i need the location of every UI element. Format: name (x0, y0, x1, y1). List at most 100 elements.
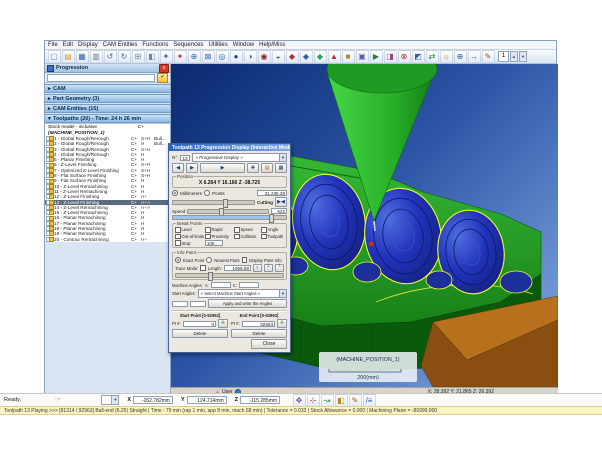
menu-item[interactable]: Display (78, 41, 98, 49)
menu-item[interactable]: Utilities (208, 41, 227, 49)
toolpath-verify-icon[interactable]: ◆ (314, 50, 327, 63)
selection-dropdown[interactable]: ▼ (101, 395, 119, 405)
proximity-checkbox[interactable] (205, 234, 211, 240)
start-angle-a-input[interactable] (172, 301, 188, 307)
distance-input[interactable]: 31,235.38 (257, 190, 287, 196)
apply-angles-button[interactable]: Apply and write the Angles (208, 299, 287, 308)
trace-slider[interactable] (175, 273, 284, 278)
zoom-fit-icon[interactable]: ⊕ (188, 50, 201, 63)
z-coordinate-input[interactable]: -115.285mm (240, 396, 280, 404)
verify-icon[interactable]: ◨ (384, 50, 397, 63)
section-view-icon[interactable]: ◩ (412, 50, 425, 63)
open-folder-icon[interactable]: ▤ (62, 50, 75, 63)
trace-style-3-button[interactable]: └ (275, 264, 284, 272)
close-button[interactable]: Close (251, 339, 287, 349)
menu-item[interactable]: Sequences (173, 41, 203, 49)
toolpath-tree-item[interactable]: 20 - Contour Remachining C+ H+ (45, 237, 170, 242)
view-sphere-icon[interactable]: ● (230, 50, 243, 63)
palette-header[interactable]: Progression x (45, 64, 170, 73)
stop-input[interactable]: 108 (205, 240, 223, 246)
filter-input[interactable] (47, 74, 155, 82)
trace-style-1-button[interactable]: ┐ (253, 264, 262, 272)
points-radio[interactable] (204, 190, 210, 196)
zoom-dynamic-icon[interactable]: ◎ (216, 50, 229, 63)
play-button[interactable]: ▶ (200, 163, 245, 173)
menu-item[interactable]: Help/Misc (259, 41, 285, 49)
speed-slider[interactable] (187, 209, 269, 214)
slider-thumb[interactable] (223, 199, 228, 208)
dialog-titlebar[interactable]: Toolpath 13 Progression Display (Interac… (169, 144, 290, 151)
settings-icon[interactable]: ☼ (440, 50, 453, 63)
y-coordinate-input[interactable]: 124.714mm (187, 396, 227, 404)
nearest-point-radio[interactable] (206, 257, 212, 263)
step-button[interactable]: ▶ (186, 163, 198, 173)
menu-item[interactable]: Window (233, 41, 254, 49)
pick-start-point-button[interactable]: ✛ (218, 319, 228, 328)
position-slider[interactable] (172, 200, 255, 205)
out-of-limits-checkbox[interactable] (175, 234, 181, 240)
start-angle-c-input[interactable] (190, 301, 206, 307)
level-down-button[interactable]: ▼ (519, 51, 527, 62)
menu-item[interactable]: File (48, 41, 58, 49)
zoom-window-icon[interactable]: ⊠ (202, 50, 215, 63)
simulation-person-blue-icon[interactable]: ✦ (160, 50, 173, 63)
exact-point-radio[interactable] (175, 257, 181, 263)
undo-icon[interactable]: ↺ (104, 50, 117, 63)
length-input[interactable]: 1959.88 (224, 265, 251, 271)
x-coordinate-input[interactable]: -262.782mm (133, 396, 173, 404)
stop-checkbox[interactable] (175, 240, 181, 246)
section-cam[interactable]: ▸CAM (45, 84, 170, 93)
point-select-icon[interactable]: ⊹ (307, 394, 320, 407)
annotate-icon[interactable]: ✎ (482, 50, 495, 63)
pick-end-point-button[interactable]: ✛ (277, 319, 287, 328)
camera-view-icon[interactable]: ◉ (258, 50, 271, 63)
menu-item[interactable]: CAM Entities (103, 41, 138, 49)
toolpath-number-input[interactable]: 13 (180, 155, 190, 161)
level-value[interactable]: 1 (498, 51, 509, 62)
start-point-input[interactable]: 0 (183, 321, 216, 327)
rewind-button[interactable]: ◀ (172, 163, 184, 173)
save-button[interactable]: ▦ (275, 163, 287, 173)
delete-end-point-button[interactable]: Delete (231, 329, 287, 338)
arrow-tool-icon[interactable]: → (468, 50, 481, 63)
close-icon[interactable]: x (159, 64, 169, 73)
section-part-geometry[interactable]: ▸Part Geometry (3) (45, 94, 170, 103)
toolpath-display-icon[interactable]: ◆ (286, 50, 299, 63)
display-point-info-checkbox[interactable] (242, 257, 248, 263)
section-cam-entities[interactable]: ▸CAM Entities (15) (45, 104, 170, 113)
progress-slider[interactable] (172, 215, 287, 220)
measure-icon[interactable]: ✎ (349, 394, 362, 407)
save-icon[interactable]: ▦ (76, 50, 89, 63)
angle-c-input[interactable] (239, 282, 259, 288)
redo-icon[interactable]: ↻ (118, 50, 131, 63)
angle-checkbox[interactable] (261, 227, 267, 233)
stock-setup-icon[interactable]: ■ (342, 50, 355, 63)
tool-manager-icon[interactable]: ▲ (328, 50, 341, 63)
shaded-render-icon[interactable]: ◒ (272, 50, 285, 63)
end-point-input[interactable]: 92963 (242, 321, 275, 327)
menu-item[interactable]: Edit (63, 41, 73, 49)
menu-item[interactable]: Functions (142, 41, 168, 49)
view-orientation-icon[interactable]: ◑ (244, 50, 257, 63)
section-toolpaths[interactable]: ▾Toolpaths (20) - Time: 24 h 26 min (45, 114, 170, 123)
machine-setup-icon[interactable]: ▣ (356, 50, 369, 63)
slider-thumb[interactable] (269, 214, 274, 223)
magnifier-icon[interactable]: ⊕ (454, 50, 467, 63)
delete-start-point-button[interactable]: Delete (172, 329, 228, 338)
millimeters-radio[interactable] (172, 190, 178, 196)
rapid-checkbox[interactable] (205, 227, 211, 233)
analysis-icon[interactable]: ⊗ (398, 50, 411, 63)
slider-thumb[interactable] (208, 272, 213, 281)
toolpath-checkbox[interactable] (261, 234, 267, 240)
table-view-icon[interactable]: ◧ (146, 50, 159, 63)
print-icon[interactable]: ▥ (90, 50, 103, 63)
snap-mode-icon[interactable]: ✥ (293, 394, 306, 407)
curve-select-icon[interactable]: ↝ (321, 394, 334, 407)
simulate-icon[interactable]: ▶ (370, 50, 383, 63)
new-document-icon[interactable]: ▢ (48, 50, 61, 63)
transform-icon[interactable]: ⇄ (426, 50, 439, 63)
open-button[interactable]: ▤ (261, 163, 273, 173)
simulation-person-red-icon[interactable]: ✦ (174, 50, 187, 63)
display-mode-dropdown[interactable]: « Progressive Display »▼ (192, 153, 287, 162)
trace-style-2-button[interactable]: ┴ (264, 264, 273, 272)
